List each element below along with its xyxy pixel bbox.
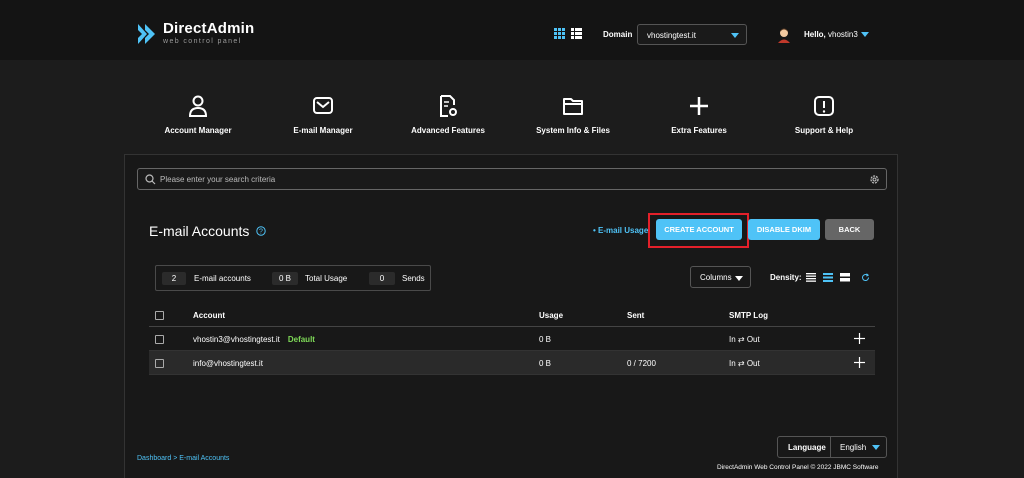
nav-label: Advanced Features [411, 126, 485, 135]
accounts-table: Account Usage Sent SMTP Log vhostin3@vho… [149, 303, 875, 375]
user-menu[interactable]: Hello, vhostin3 [804, 30, 858, 39]
highlight-box [648, 213, 749, 248]
table-row: vhostin3@vhostingtest.it Default 0 B In ⇄… [149, 327, 875, 351]
breadcrumb: Dashboard > E-mail Accounts [137, 455, 229, 462]
default-badge: Default [287, 335, 315, 344]
chevron-down-icon [735, 276, 743, 281]
settings-file-icon [440, 95, 457, 117]
select-all-checkbox[interactable] [155, 311, 164, 320]
nav-extra-features[interactable]: Extra Features [644, 94, 754, 135]
gear-icon[interactable] [869, 174, 880, 185]
row-checkbox[interactable] [155, 335, 164, 344]
column-header-account[interactable]: Account [193, 311, 225, 320]
language-value: English [840, 443, 867, 452]
density-compact-icon[interactable] [806, 273, 816, 282]
domain-select[interactable]: vhostingtest.it [637, 24, 747, 45]
nav-account-manager[interactable]: Account Manager [143, 94, 253, 135]
nav-label: System Info & Files [536, 126, 610, 135]
density-standard-icon[interactable] [823, 273, 833, 282]
domain-value: vhostingtest.it [647, 31, 696, 40]
accounts-label: E-mail accounts [194, 274, 251, 283]
column-header-smtp-log[interactable]: SMTP Log [729, 311, 768, 320]
density-label: Density: [770, 273, 802, 282]
table-header: Account Usage Sent SMTP Log [149, 303, 875, 327]
language-label: Language [788, 443, 826, 452]
disable-dkim-button[interactable]: DISABLE DKIM [748, 219, 820, 240]
main-panel: E-mail Accounts ? • E-mail Usage CREATE … [124, 154, 898, 478]
sends-value: 0 [369, 272, 395, 285]
directadmin-logo[interactable]: DirectAdmin web control panel [136, 20, 255, 46]
username: vhostin3 [828, 30, 858, 39]
column-header-sent[interactable]: Sent [627, 311, 644, 320]
account-email[interactable]: info@vhostingtest.it [193, 359, 263, 368]
accounts-count: 2 [162, 272, 186, 285]
svg-text:?: ? [259, 229, 263, 236]
nav-label: Extra Features [671, 126, 727, 135]
density-comfortable-icon[interactable] [840, 273, 850, 282]
user-menu-chevron-icon[interactable] [861, 32, 869, 37]
alert-icon [814, 96, 834, 116]
nav-label: Account Manager [164, 126, 232, 135]
back-button[interactable]: BACK [825, 219, 874, 240]
breadcrumb-dashboard[interactable]: Dashboard [137, 455, 171, 462]
list-view-icon[interactable] [571, 28, 582, 39]
usage-cell: 0 B [539, 335, 552, 344]
search-input[interactable] [160, 169, 860, 189]
nav-support-help[interactable]: Support & Help [769, 94, 879, 135]
language-selector[interactable]: Language English [777, 436, 887, 458]
usage-value: 0 B [272, 272, 298, 285]
smtp-log-cell[interactable]: In ⇄ Out [729, 335, 760, 344]
account-email[interactable]: vhostin3@vhostingtest.it [193, 335, 280, 344]
nav-label: E-mail Manager [293, 126, 353, 135]
columns-button[interactable]: Columns [690, 266, 751, 288]
account-cell: vhostin3@vhostingtest.it Default [193, 335, 315, 344]
footer-copyright: DirectAdmin Web Control Panel © 2022 JBM… [717, 464, 879, 471]
sent-cell: 0 / 7200 [627, 359, 656, 368]
top-bar: DirectAdmin web control panel Domain vho… [0, 0, 1024, 60]
nav-system-info-files[interactable]: System Info & Files [518, 94, 628, 135]
nav-advanced-features[interactable]: Advanced Features [393, 94, 503, 135]
usage-label: Total Usage [305, 274, 348, 283]
search-icon [145, 174, 156, 185]
search-bar [137, 168, 887, 190]
refresh-icon[interactable] [861, 273, 870, 282]
brand-name: DirectAdmin [163, 20, 255, 37]
expand-row-icon[interactable] [854, 357, 865, 368]
brand-tagline: web control panel [163, 38, 242, 45]
column-header-usage[interactable]: Usage [539, 311, 563, 320]
columns-label: Columns [700, 273, 732, 282]
account-cell: info@vhostingtest.it [193, 359, 263, 368]
table-row: info@vhostingtest.it 0 B 0 / 7200 In ⇄ O… [149, 351, 875, 375]
grid-view-icon[interactable] [554, 28, 565, 39]
domain-label: Domain [603, 30, 633, 39]
stats-bar: 2 E-mail accounts 0 B Total Usage 0 Send… [155, 265, 431, 291]
expand-row-icon[interactable] [854, 333, 865, 344]
usage-cell: 0 B [539, 359, 552, 368]
sends-label: Sends [402, 274, 425, 283]
greeting: Hello, [804, 30, 826, 39]
nav-label: Support & Help [794, 126, 854, 135]
help-icon[interactable]: ? [256, 226, 266, 236]
folder-icon [563, 98, 583, 115]
breadcrumb-current[interactable]: E-mail Accounts [179, 455, 229, 462]
row-checkbox[interactable] [155, 359, 164, 368]
directadmin-logo-icon [138, 24, 155, 44]
email-usage-link[interactable]: • E-mail Usage [593, 226, 648, 235]
smtp-log-cell[interactable]: In ⇄ Out [729, 359, 760, 368]
chevron-down-icon [872, 445, 880, 450]
nav-email-manager[interactable]: E-mail Manager [268, 94, 378, 135]
avatar[interactable] [777, 27, 791, 43]
envelope-icon [313, 97, 333, 114]
user-icon [188, 95, 208, 117]
chevron-down-icon [731, 33, 739, 38]
page-title: E-mail Accounts [149, 223, 250, 239]
plus-icon [690, 97, 708, 115]
divider [830, 437, 831, 457]
